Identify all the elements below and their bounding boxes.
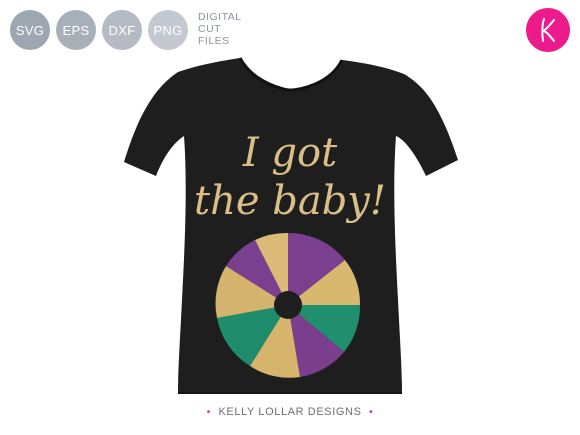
footer-dot-right: • — [369, 407, 374, 418]
shirt-text-line2: the baby! — [194, 178, 386, 224]
shirt-text-line1: I got — [242, 130, 338, 176]
shirt-print-text: I got the baby! — [180, 130, 400, 226]
brand-footer: • KELLY LOLLAR DESIGNS • — [0, 406, 580, 418]
footer-dot-left: • — [206, 407, 211, 418]
footer-brand-name: KELLY LOLLAR DESIGNS — [218, 406, 362, 418]
